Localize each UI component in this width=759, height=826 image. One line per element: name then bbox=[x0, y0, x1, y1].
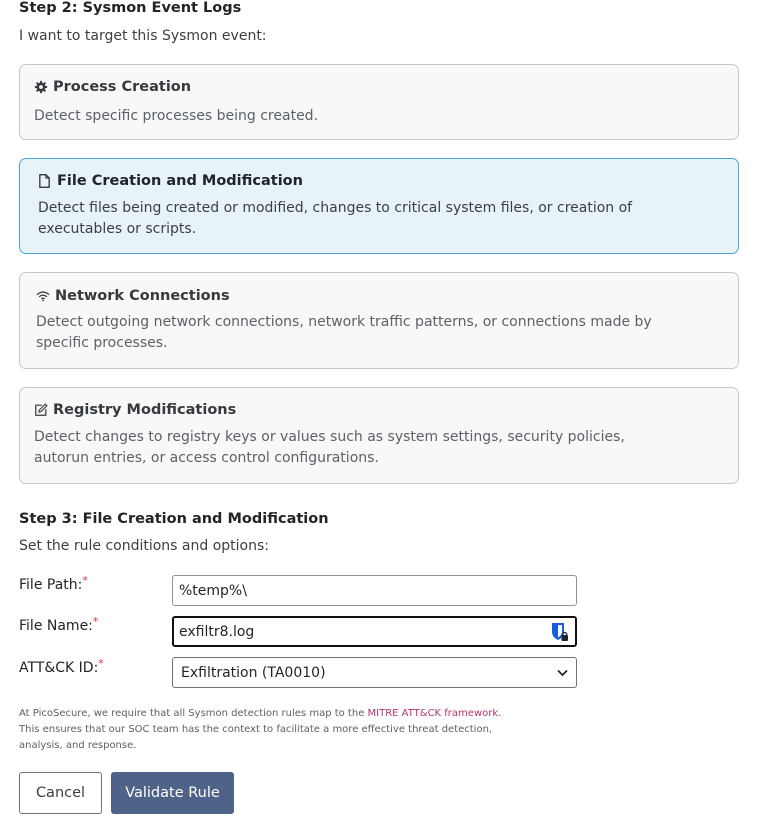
validate-rule-button[interactable]: Validate Rule bbox=[111, 772, 234, 814]
event-card-description: Detect changes to registry keys or value… bbox=[34, 429, 625, 466]
event-card-description: Detect specific processes being created. bbox=[34, 108, 319, 124]
step3-title: Step 3: File Creation and Modification bbox=[19, 511, 329, 527]
event-card-title: Network Connections bbox=[55, 288, 230, 304]
attack-id-label: ATT&CK ID:* bbox=[19, 657, 104, 676]
event-card-title-row: File Creation and Modification bbox=[38, 173, 303, 189]
step2-title: Step 2: Sysmon Event Logs bbox=[19, 0, 242, 16]
required-marker: * bbox=[98, 657, 104, 670]
mitre-note-text: At PicoSecure, we require that all Sysmo… bbox=[19, 708, 368, 719]
gear-icon bbox=[34, 80, 48, 94]
event-card-title: File Creation and Modification bbox=[57, 173, 303, 189]
wifi-icon bbox=[36, 289, 50, 303]
required-marker: * bbox=[82, 574, 88, 587]
event-card-title: Process Creation bbox=[53, 79, 192, 95]
event-card-title: Registry Modifications bbox=[53, 402, 237, 418]
file-path-label-text: File Path: bbox=[19, 577, 83, 593]
event-card-description: Detect files being created or modified, … bbox=[38, 200, 633, 237]
mitre-note: At PicoSecure, we require that all Sysmo… bbox=[19, 706, 519, 754]
event-card-title-row: Process Creation bbox=[34, 79, 191, 95]
event-card-description: Detect outgoing network connections, net… bbox=[36, 314, 652, 351]
file-name-input[interactable] bbox=[172, 616, 577, 647]
event-card-title-row: Network Connections bbox=[36, 288, 230, 304]
mitre-framework-link[interactable]: MITRE ATT&CK framework bbox=[368, 708, 499, 719]
event-card-file-creation[interactable]: File Creation and Modification Detect fi… bbox=[19, 158, 739, 254]
file-path-input[interactable] bbox=[172, 575, 577, 606]
edit-icon bbox=[34, 403, 48, 417]
rule-builder-page: Step 2: Sysmon Event Logs I want to targ… bbox=[0, 0, 759, 826]
event-card-title-row: Registry Modifications bbox=[34, 402, 236, 418]
file-path-label: File Path:* bbox=[19, 574, 88, 593]
required-marker: * bbox=[92, 615, 99, 628]
attack-id-selected-value: Exfiltration (TA0010) bbox=[181, 664, 326, 681]
event-card-registry-modifications[interactable]: Registry Modifications Detect changes to… bbox=[19, 387, 739, 484]
step2-subtitle: I want to target this Sysmon event: bbox=[19, 28, 267, 44]
event-card-process-creation[interactable]: Process Creation Detect specific process… bbox=[19, 64, 739, 140]
chevron-down-icon bbox=[557, 665, 568, 681]
cancel-button[interactable]: Cancel bbox=[19, 772, 102, 814]
step3-subtitle: Set the rule conditions and options: bbox=[19, 538, 269, 554]
event-card-network-connections[interactable]: Network Connections Detect outgoing netw… bbox=[19, 272, 739, 369]
password-manager-icon[interactable] bbox=[551, 622, 569, 642]
file-name-label: File Name:* bbox=[19, 615, 99, 634]
attack-id-select[interactable]: Exfiltration (TA0010) bbox=[172, 657, 577, 688]
file-icon bbox=[38, 174, 52, 188]
attack-id-label-text: ATT&CK ID: bbox=[19, 660, 99, 676]
file-name-label-text: File Name: bbox=[19, 618, 93, 634]
